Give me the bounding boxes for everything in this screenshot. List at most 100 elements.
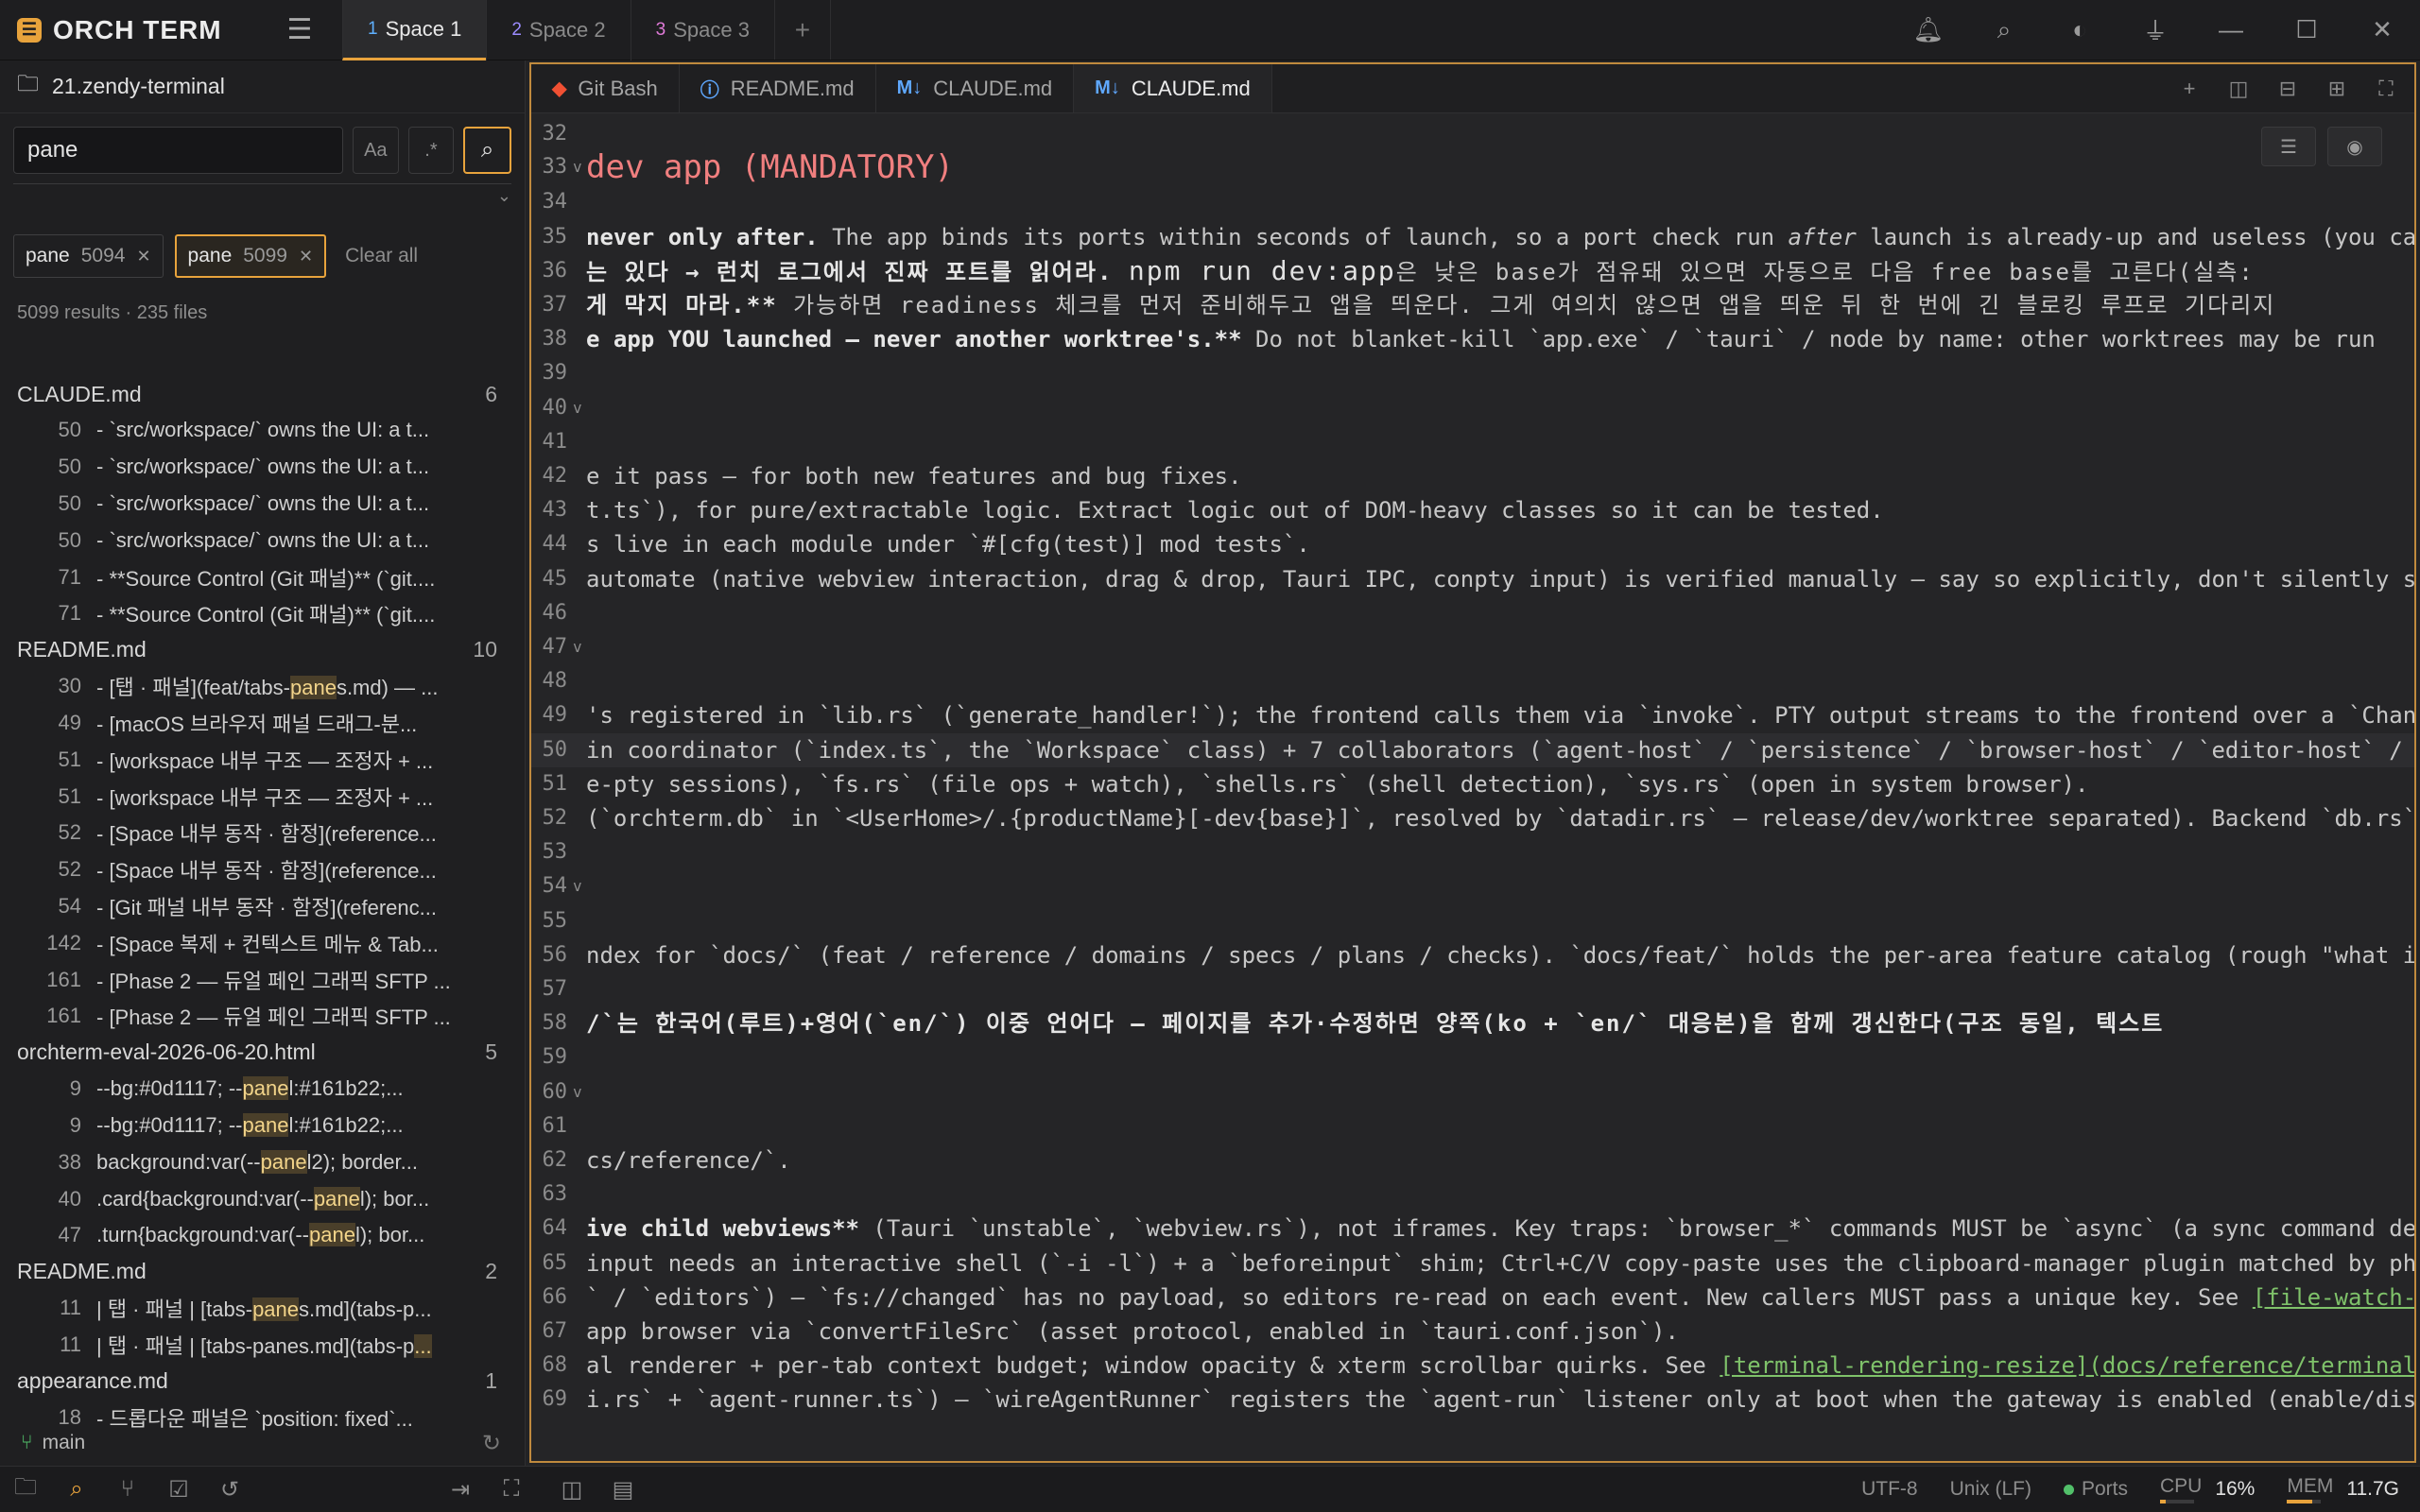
result-match[interactable]: 52 - [Space 내부 동작 · 함정](reference... [0,815,526,851]
text-run: after [1788,223,1857,250]
match-line-number: 71 [58,601,81,626]
explorer-icon[interactable]: 🗀 [0,1467,51,1512]
result-match[interactable]: 49 - [macOS 브라우저 패널 드래그-분... [0,705,526,742]
search-chip-active[interactable]: pane 5099 ✕ [174,234,327,278]
search-button[interactable]: ⌕ [463,127,511,174]
space-label: Space 2 [528,18,606,42]
workspace-folder[interactable]: 🗀 21.zendy-terminal [0,60,525,113]
result-match[interactable]: 50 - `src/workspace/` owns the UI: a t... [0,412,526,449]
word-wrap-icon[interactable]: ☰ [2261,127,2316,166]
source-control-icon[interactable]: ⑂ [102,1467,153,1512]
new-tab-icon[interactable]: + [2169,64,2210,113]
result-match[interactable]: 51 - [workspace 내부 구조 — 조정자 + ... [0,741,526,778]
result-match[interactable]: 52 - [Space 내부 동작 · 함정](reference... [0,851,526,888]
result-match[interactable]: 9 --bg:#0d1117; --panel:#161b22;... [0,1108,526,1144]
add-space-button[interactable]: + [773,0,831,60]
space-tab-1[interactable]: 1 Space 1 [342,0,487,60]
result-file[interactable]: appearance.md 1 [0,1363,526,1399]
text-run: al renderer + per-tab context budget; wi… [586,1352,1720,1380]
layout-icon[interactable]: ▤ [597,1467,648,1512]
result-match[interactable]: 50 - `src/workspace/` owns the UI: a t... [0,486,526,523]
git-branch-row[interactable]: ⑂ main ↻ [0,1421,526,1465]
close-icon[interactable]: ✕ [299,247,313,266]
focus-icon[interactable]: ⛶ [486,1467,537,1512]
result-match[interactable]: 71 - **Source Control (Git 패널)** (`git...… [0,595,526,632]
result-match[interactable]: 30 - [탭 · 패널](feat/tabs-panes.md) — ... [0,668,526,705]
line-text: 's registered in `lib.rs` (`generate_han… [586,698,2414,732]
refresh-icon[interactable]: ↻ [482,1430,501,1457]
result-file[interactable]: CLAUDE.md 6 [0,376,526,412]
result-file[interactable]: README.md 2 [0,1254,526,1290]
text-run: Do not blanket-kill `app.exe` / `tauri` … [1241,326,2376,353]
text-run: input needs an interactive shell (`-i -l… [586,1249,2414,1277]
result-match[interactable]: 54 - [Git 패널 내부 동작 · 함정](referenc... [0,888,526,925]
line-text: e app YOU launched — never another workt… [586,322,2376,356]
fullscreen-icon[interactable]: ⛶ [2365,64,2407,113]
checklist-icon[interactable]: ☑ [153,1467,204,1512]
fold-chevron-icon[interactable]: v [573,146,582,189]
fold-chevron-icon[interactable]: v [573,1075,582,1109]
code-line: 41 [531,425,2414,459]
close-icon[interactable]: ✕ [2344,0,2420,60]
result-match[interactable]: 142 - [Space 복제 + 컨텍스트 메뉴 & Tab... [0,924,526,961]
line-ending[interactable]: Unix (LF) [1950,1478,2031,1501]
collapse-sidebar-icon[interactable]: ⇥ [435,1467,486,1512]
result-match[interactable]: 38 background:var(--panel2); border... [0,1143,526,1180]
result-match[interactable]: 161 - [Phase 2 — 듀얼 페인 그래픽 SFTP ... [0,998,526,1035]
editor-tab[interactable]: M↓ CLAUDE.md [876,64,1075,112]
search-input[interactable] [13,127,343,174]
result-match[interactable]: 40 .card{background:var(--panel); bor... [0,1180,526,1217]
code-line: 49 's registered in `lib.rs` (`generate_h… [531,698,2415,732]
result-match[interactable]: 11 | 탭 · 패널 | [tabs-panes.md](tabs-p... [0,1290,526,1327]
mem-meter: MEM 11.7G [2287,1475,2399,1503]
editor-tab[interactable]: ◆ Git Bash [531,64,680,112]
result-match[interactable]: 51 - [workspace 내부 구조 — 조정자 + ... [0,778,526,815]
grid-layout-icon[interactable]: ⊞ [2316,64,2358,113]
result-file[interactable]: orchterm-eval-2026-06-20.html 5 [0,1035,526,1071]
close-icon[interactable]: ✕ [136,247,150,266]
fold-chevron-icon[interactable]: v [573,869,582,903]
result-match[interactable]: 161 - [Phase 2 — 듀얼 페인 그래픽 SFTP ... [0,961,526,998]
split-vertical-icon[interactable]: ◫ [2218,64,2259,113]
preview-eye-icon[interactable]: ◉ [2327,127,2382,166]
fold-chevron-icon[interactable]: v [573,630,582,664]
result-file[interactable]: README.md 10 [0,632,526,668]
split-horizontal-icon[interactable]: ⊟ [2267,64,2308,113]
fold-chevron-icon[interactable]: v [573,391,582,425]
result-match[interactable]: 9 --bg:#0d1117; --panel:#161b22;... [0,1071,526,1108]
search-chip[interactable]: pane 5094 ✕ [13,234,164,278]
search-icon[interactable]: ⌕ [1966,0,2042,60]
result-match[interactable]: 71 - **Source Control (Git 패널)** (`git...… [0,558,526,595]
encoding[interactable]: UTF-8 [1861,1478,1918,1501]
panel-toggle-icon[interactable]: ◫ [546,1467,597,1512]
result-file-name: README.md [17,1259,147,1284]
result-match[interactable]: 11 | 탭 · 패널 | [tabs-panes.md](tabs-p... [0,1327,526,1364]
result-match[interactable]: 47 .turn{background:var(--panel); bor... [0,1217,526,1254]
editor-tab-bar: ◆ Git Bash ⓘ README.md M↓ CLAUDE.md M↓ CLAUDE.m… [531,64,2414,113]
match-prefix: | 탭 · 패널 | [tabs- [96,1297,253,1322]
bell-icon[interactable]: 🔔︎ [1891,0,1966,60]
editor-tab-label: README.md [730,76,855,100]
result-match[interactable]: 50 - `src/workspace/` owns the UI: a t... [0,522,526,558]
history-icon[interactable]: ↺ [204,1467,255,1512]
minimize-icon[interactable]: — [2193,0,2269,60]
editor-tab[interactable]: M↓ CLAUDE.md [1074,64,1272,112]
maximize-icon[interactable]: ☐ [2269,0,2344,60]
theme-toggle-icon[interactable]: ◐ [2042,0,2118,60]
clear-all-button[interactable]: Clear all [345,245,418,267]
editor-tab[interactable]: ⓘ README.md [680,64,876,112]
search-icon[interactable]: ⌕ [51,1467,102,1512]
ports-indicator[interactable]: Ports [2063,1478,2128,1501]
result-match[interactable]: 50 - `src/workspace/` owns the UI: a t... [0,449,526,486]
match-case-button[interactable]: Aa [352,127,399,174]
match-highlight: pane [309,1223,355,1247]
plug-icon[interactable]: ⏚ [2118,0,2193,60]
code-view[interactable]: 32 33 v dev app (MANDATORY) 34 35 never only a… [531,113,2414,1461]
space-tab-2[interactable]: 2 Space 2 [486,0,630,60]
menu-icon[interactable]: ☰ [257,0,342,60]
text-run: 's registered in `lib.rs` (`generate_han… [586,702,2414,730]
replace-toggle-row[interactable]: ⌄ [13,183,511,212]
chevron-down-icon[interactable]: ⌄ [497,186,511,206]
space-tab-3[interactable]: 3 Space 3 [630,0,774,60]
regex-button[interactable]: .* [407,127,455,174]
